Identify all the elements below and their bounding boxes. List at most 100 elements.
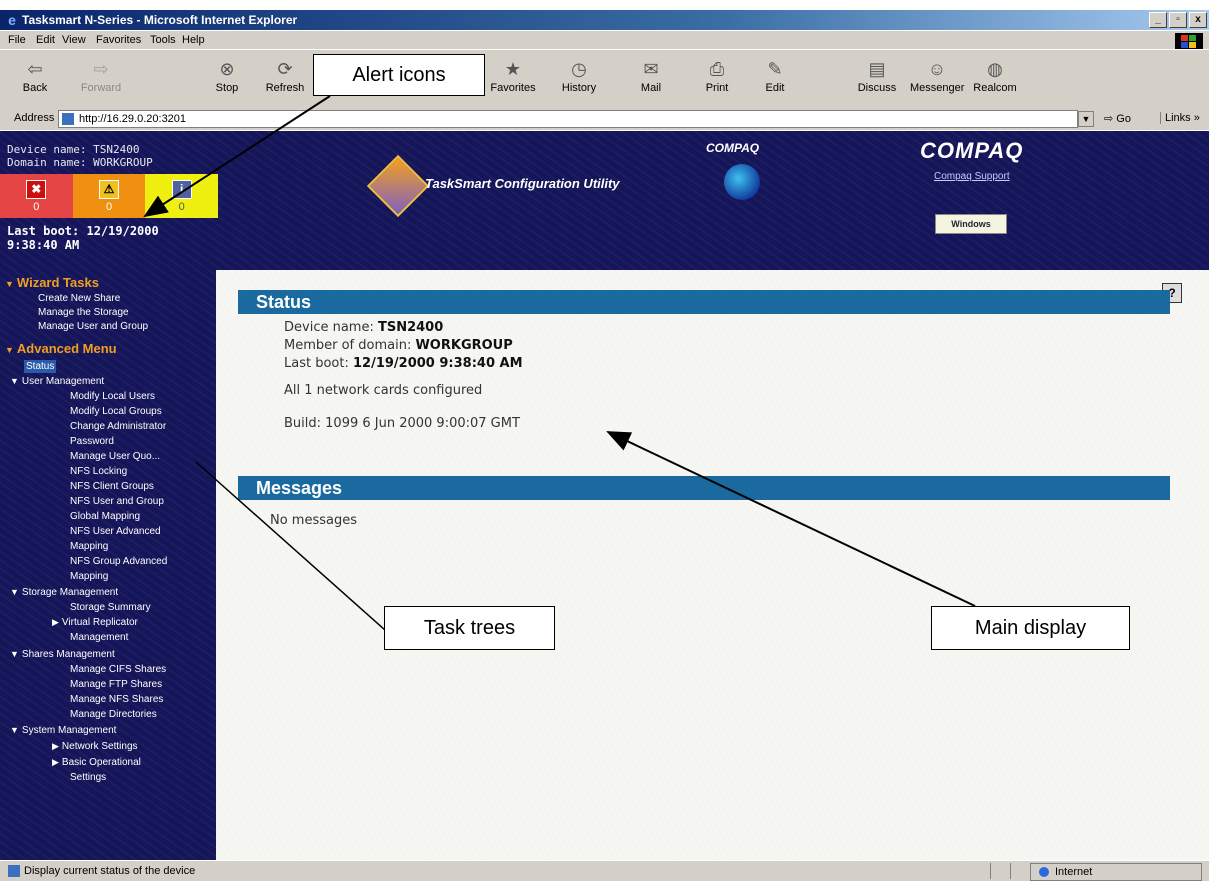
compaq-support-link[interactable]: Compaq Support	[934, 171, 1010, 182]
realcom-icon: ◍	[987, 59, 1003, 79]
sidebar-item-manage-user-group[interactable]: Manage User and Group	[38, 320, 148, 333]
info-alert[interactable]: i 0	[145, 174, 219, 218]
stop-button[interactable]: ⊗ Stop	[200, 56, 254, 102]
sidebar-item-manage-nfs-shares[interactable]: Manage NFS Shares	[70, 693, 163, 706]
status-network-cards: All 1 network cards configured	[284, 383, 483, 398]
alert-panel: ✖ 0 ⚠ 0 i 0	[0, 174, 219, 218]
page-icon	[62, 113, 74, 125]
forward-label: Forward	[80, 82, 122, 94]
menu-edit[interactable]: Edit	[36, 31, 55, 49]
sidebar-item-storage-summary[interactable]: Storage Summary	[70, 601, 151, 614]
sidebar-item-modify-local-groups[interactable]: Modify Local Groups	[70, 405, 162, 418]
back-button[interactable]: ⇦ Back	[8, 56, 62, 102]
print-button[interactable]: ⎙ Print	[690, 56, 744, 102]
last-boot-date: Last boot: 12/19/2000	[7, 224, 159, 238]
expand-triangle-icon: ▼	[10, 587, 19, 597]
last-boot-value: 12/19/2000 9:38:40 AM	[352, 356, 523, 371]
advanced-menu-header[interactable]: ▼ Advanced Menu	[5, 342, 117, 357]
shares-management-section[interactable]: ▼ Shares Management	[10, 648, 115, 661]
go-button[interactable]: ⇨ Go	[1104, 112, 1131, 125]
address-input[interactable]	[79, 111, 1059, 127]
status-separator	[990, 863, 991, 879]
history-button[interactable]: ◷ History	[552, 56, 606, 102]
edit-button[interactable]: ✎ Edit	[748, 56, 802, 102]
status-separator	[1010, 863, 1011, 879]
messenger-icon: ☺	[927, 59, 947, 79]
sidebar-item-manage-cifs-shares[interactable]: Manage CIFS Shares	[70, 663, 166, 676]
warning-alert[interactable]: ⚠ 0	[72, 174, 146, 218]
sidebar-item-global-mapping[interactable]: Global Mapping	[70, 510, 140, 523]
sidebar-item-nfs-group-advanced[interactable]: NFS Group Advanced	[70, 555, 167, 568]
user-management-section[interactable]: ▼ User Management	[10, 375, 104, 388]
storage-management-section[interactable]: ▼ Storage Management	[10, 586, 118, 599]
system-management-section[interactable]: ▼ System Management	[10, 724, 116, 737]
favorites-button[interactable]: ★ Favorites	[486, 56, 540, 102]
status-last-boot: Last boot: 12/19/2000 9:38:40 AM	[284, 356, 523, 371]
task-trees-callout: Task trees	[384, 606, 555, 650]
menu-bar: File Edit View Favorites Tools Help	[0, 31, 1209, 49]
error-count: 0	[33, 201, 40, 213]
address-box	[58, 110, 1078, 128]
sidebar-item-nfs-group-advanced-mapping[interactable]: Mapping	[70, 570, 108, 583]
messenger-label: Messenger	[910, 82, 965, 94]
realcom-button[interactable]: ◍ Realcom	[968, 56, 1022, 102]
sidebar-item-basic-operational[interactable]: ▶ Basic Operational	[52, 756, 141, 769]
main-display-callout: Main display	[931, 606, 1130, 650]
refresh-button[interactable]: ⟳ Refresh	[258, 56, 312, 102]
sidebar-item-status[interactable]: Status	[24, 360, 57, 373]
menu-view[interactable]: View	[62, 31, 86, 49]
links-button[interactable]: Links »	[1160, 112, 1200, 124]
wizard-tasks-label: Wizard Tasks	[16, 275, 99, 290]
sidebar-item-modify-local-users[interactable]: Modify Local Users	[70, 390, 155, 403]
wizard-tasks-header[interactable]: ▼ Wizard Tasks	[5, 276, 99, 291]
messenger-button[interactable]: ☺ Messenger	[910, 56, 964, 102]
globe-icon	[724, 164, 760, 200]
menu-tools[interactable]: Tools	[150, 31, 176, 49]
menu-help[interactable]: Help	[182, 31, 205, 49]
windows-logo-icon	[1175, 33, 1203, 49]
mail-button[interactable]: ✉ Mail	[624, 56, 678, 102]
virtual-replicator-label: Virtual Replicator	[61, 617, 138, 628]
sidebar-item-nfs-user-group[interactable]: NFS User and Group	[70, 495, 164, 508]
warning-count: 0	[105, 201, 113, 213]
minimize-button[interactable]: _	[1149, 12, 1167, 28]
close-button[interactable]: x	[1189, 12, 1207, 28]
expand-triangle-icon: ▼	[5, 279, 14, 289]
info-count: 0	[178, 201, 185, 213]
print-label: Print	[705, 82, 729, 94]
shares-management-label: Shares Management	[21, 649, 115, 660]
expand-arrow-icon: ▶	[52, 617, 59, 627]
sidebar-item-password[interactable]: Password	[70, 435, 114, 448]
menu-file[interactable]: File	[8, 31, 26, 49]
sidebar-item-basic-operational-settings[interactable]: Settings	[70, 771, 106, 784]
discuss-icon: ▤	[868, 59, 886, 79]
sidebar-item-create-new-share[interactable]: Create New Share	[38, 292, 120, 305]
sidebar-item-manage-user-quota[interactable]: Manage User Quo...	[70, 450, 160, 463]
sidebar-item-manage-ftp-shares[interactable]: Manage FTP Shares	[70, 678, 162, 691]
status-device-name: Device name: TSN2400	[284, 320, 443, 335]
maximize-button[interactable]: ▫	[1169, 12, 1187, 28]
sidebar-item-virtual-replicator[interactable]: ▶ Virtual Replicator	[52, 616, 138, 629]
menu-favorites[interactable]: Favorites	[96, 31, 141, 49]
address-dropdown-button[interactable]: ▼	[1078, 111, 1094, 127]
internet-explorer-icon: e	[8, 12, 16, 28]
error-alert[interactable]: ✖ 0	[0, 174, 73, 218]
sidebar-item-network-settings[interactable]: ▶ Network Settings	[52, 740, 138, 753]
device-name: Device name: TSN2400	[7, 143, 140, 156]
sidebar-item-nfs-user-advanced[interactable]: NFS User Advanced	[70, 525, 161, 538]
sidebar-item-nfs-client-groups[interactable]: NFS Client Groups	[70, 480, 154, 493]
domain-value: WORKGROUP	[415, 338, 513, 353]
discuss-button[interactable]: ▤ Discuss	[850, 56, 904, 102]
sidebar-item-nfs-user-advanced-mapping[interactable]: Mapping	[70, 540, 108, 553]
forward-button[interactable]: ⇨ Forward	[74, 56, 128, 102]
sidebar-item-manage-storage[interactable]: Manage the Storage	[38, 306, 129, 319]
user-management-label: User Management	[21, 376, 105, 387]
expand-triangle-icon: ▼	[10, 649, 19, 659]
sidebar-item-manage-directories[interactable]: Manage Directories	[70, 708, 157, 721]
domain-name: Domain name: WORKGROUP	[7, 156, 153, 169]
sidebar-item-nfs-locking[interactable]: NFS Locking	[70, 465, 127, 478]
storage-management-label: Storage Management	[21, 587, 119, 598]
sidebar-item-virtual-replicator-management[interactable]: Management	[70, 631, 128, 644]
sidebar-item-change-administrator[interactable]: Change Administrator	[70, 420, 166, 433]
security-zone: Internet	[1030, 863, 1202, 881]
